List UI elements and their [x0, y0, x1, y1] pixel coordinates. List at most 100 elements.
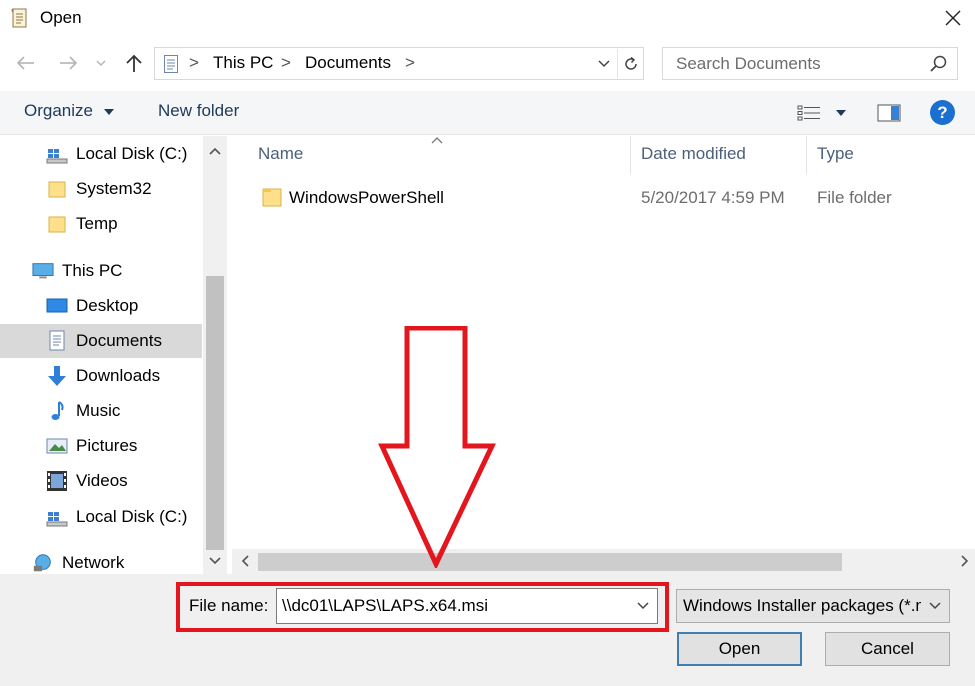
nav-scrollbar-thumb[interactable]	[206, 276, 224, 550]
nav-item-label: Pictures	[76, 436, 138, 455]
file-type: File folder	[817, 188, 892, 207]
column-divider[interactable]	[630, 136, 631, 174]
details-view-icon	[797, 105, 846, 121]
dialog-footer: File name: Windows Installer packages (*…	[0, 574, 975, 686]
nav-item-label: Network	[62, 553, 125, 572]
music-icon	[46, 400, 68, 422]
open-button[interactable]: Open	[677, 632, 802, 666]
search-icon[interactable]	[929, 54, 949, 74]
file-name-input[interactable]	[277, 589, 627, 623]
file-name[interactable]: WindowsPowerShell	[289, 188, 444, 208]
back-button[interactable]	[14, 50, 38, 76]
nav-item-label: Videos	[76, 471, 128, 490]
file-type-filter-select[interactable]: Windows Installer packages (*.msi)	[676, 589, 950, 623]
videos-icon	[46, 470, 68, 492]
recent-locations-chevron-icon	[96, 60, 106, 66]
close-icon	[945, 10, 961, 26]
nav-item-desktop[interactable]: Desktop	[46, 289, 138, 323]
horizontal-scrollbar-thumb[interactable]	[258, 553, 842, 571]
folder-icon	[46, 213, 68, 235]
chevron-right-icon	[961, 555, 969, 567]
file-name-combobox[interactable]	[276, 588, 658, 624]
file-name-dropdown-button[interactable]	[631, 593, 655, 619]
nav-item-videos[interactable]: Videos	[46, 464, 128, 498]
navigation-pane: Local Disk (C:) System32 Temp This PC De…	[0, 136, 228, 574]
chevron-down-icon	[598, 59, 610, 67]
recent-locations-button[interactable]	[93, 50, 109, 76]
organize-button[interactable]: Organize	[24, 101, 115, 121]
nav-item-label: Music	[76, 401, 121, 420]
sort-ascending-icon	[430, 132, 444, 150]
address-dropdown-button[interactable]	[592, 49, 616, 78]
desktop-icon	[46, 295, 68, 317]
documents-icon	[163, 54, 179, 74]
nav-item-label: Desktop	[76, 296, 139, 315]
help-button[interactable]: ?	[930, 100, 955, 125]
nav-scroll-up-button[interactable]	[203, 138, 227, 164]
computer-icon	[32, 260, 54, 282]
file-type-filter-value: Windows Installer packages (*.msi)	[683, 596, 921, 615]
cancel-button[interactable]: Cancel	[825, 632, 950, 666]
preview-pane-button[interactable]	[876, 102, 902, 124]
breadcrumb-this-pc[interactable]: This PC	[213, 53, 273, 73]
command-toolbar: Organize New folder ?	[0, 91, 975, 135]
pictures-icon	[46, 435, 68, 457]
new-folder-button[interactable]: New folder	[158, 101, 239, 121]
forward-button[interactable]	[56, 50, 80, 76]
nav-item-pictures[interactable]: Pictures	[46, 429, 137, 463]
file-date-modified: 5/20/2017 4:59 PM	[641, 188, 785, 207]
file-name-label: File name:	[189, 596, 269, 615]
nav-item-label: Documents	[76, 331, 162, 350]
horizontal-scrollbar[interactable]	[232, 549, 975, 574]
search-box[interactable]	[662, 47, 958, 80]
change-view-button[interactable]	[796, 102, 850, 124]
nav-item-label: Temp	[76, 214, 118, 233]
nav-item-this-pc[interactable]: This PC	[32, 254, 122, 288]
column-header-type[interactable]: Type	[817, 144, 854, 176]
chevron-left-icon	[241, 555, 249, 567]
network-icon	[32, 552, 54, 574]
chevron-up-icon	[209, 147, 221, 155]
nav-item-music[interactable]: Music	[46, 394, 120, 428]
breadcrumb-separator[interactable]: >	[281, 53, 291, 73]
chevron-down-icon	[929, 602, 941, 610]
nav-item-downloads[interactable]: Downloads	[46, 359, 160, 393]
nav-item-label: Downloads	[76, 366, 161, 385]
refresh-button[interactable]	[617, 49, 643, 78]
preview-pane-icon	[877, 104, 901, 122]
column-header-date-modified[interactable]: Date modified	[641, 144, 746, 176]
chevron-down-icon	[209, 557, 221, 565]
nav-item-temp[interactable]: Temp	[46, 207, 118, 241]
column-divider[interactable]	[806, 136, 807, 174]
down-arrow-annotation-icon	[378, 325, 496, 570]
nav-scroll-down-button[interactable]	[203, 548, 227, 574]
title-bar: Open	[0, 0, 975, 38]
breadcrumb-separator: >	[189, 53, 199, 72]
nav-item-label: Local Disk (C:)	[76, 144, 188, 163]
breadcrumb-documents[interactable]: Documents	[305, 53, 391, 73]
nav-item-documents[interactable]: Documents	[46, 324, 162, 358]
folder-icon	[262, 186, 282, 208]
nav-item-label: Local Disk (C:)	[76, 507, 188, 526]
scroll-left-button[interactable]	[234, 550, 256, 572]
caret-down-icon	[103, 109, 114, 115]
nav-item-local-disk[interactable]: Local Disk (C:)	[46, 137, 187, 171]
search-input[interactable]	[663, 48, 923, 79]
address-bar[interactable]: > This PC > Documents >	[154, 47, 644, 80]
nav-item-network[interactable]: Network	[32, 546, 124, 574]
up-button[interactable]	[122, 50, 146, 76]
close-button[interactable]	[935, 2, 971, 34]
breadcrumb-separator[interactable]: >	[405, 53, 415, 73]
nav-item-system32[interactable]: System32	[46, 172, 152, 206]
downloads-icon	[46, 365, 68, 387]
local-disk-icon	[46, 143, 68, 165]
column-header-name[interactable]: Name	[258, 144, 303, 176]
refresh-icon	[624, 56, 637, 70]
local-disk-icon	[46, 506, 68, 528]
nav-item-label: System32	[76, 179, 152, 198]
file-type-dropdown-button[interactable]	[923, 593, 947, 619]
nav-item-local-disk[interactable]: Local Disk (C:)	[46, 500, 187, 534]
scroll-right-button[interactable]	[954, 550, 975, 572]
documents-icon	[46, 330, 68, 352]
scroll-document-icon	[10, 7, 30, 29]
